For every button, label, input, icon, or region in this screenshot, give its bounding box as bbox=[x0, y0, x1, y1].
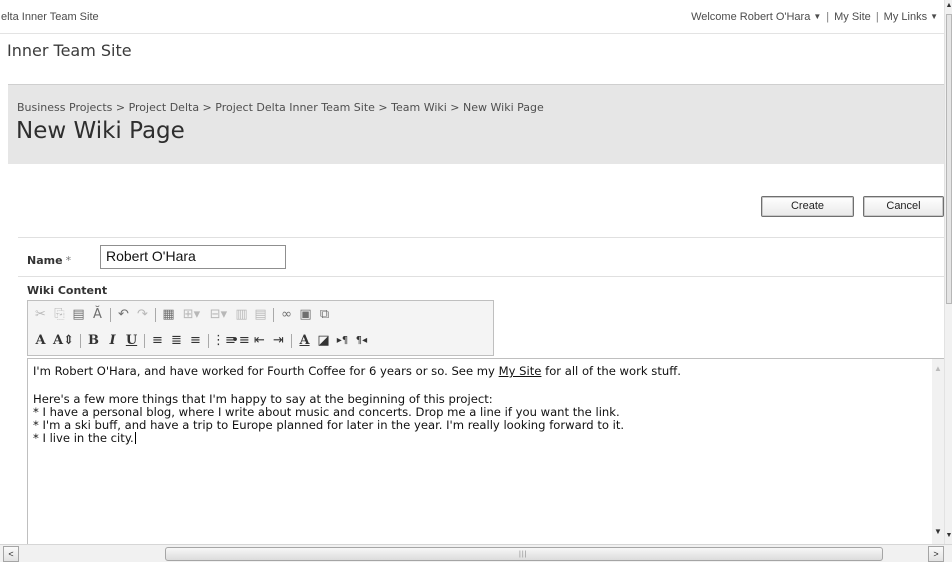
toolbar-separator bbox=[144, 334, 145, 348]
undo-icon[interactable]: ↶ bbox=[114, 306, 133, 324]
scroll-thumb[interactable]: ||| bbox=[165, 547, 883, 561]
font-size-icon[interactable]: A⇕ bbox=[50, 332, 77, 350]
toolbar-separator bbox=[291, 334, 292, 348]
name-input[interactable]: Robert O'Hara bbox=[100, 245, 286, 269]
editor-scrollbar[interactable]: ▲ ▼ bbox=[932, 359, 944, 544]
insert-image-icon[interactable]: ▣ bbox=[296, 306, 315, 324]
scroll-thumb[interactable] bbox=[946, 14, 952, 304]
scroll-down-icon[interactable]: ▼ bbox=[934, 527, 942, 536]
italic-icon[interactable]: I bbox=[103, 332, 122, 350]
toolbar-separator bbox=[208, 334, 209, 348]
toolbar-row: A A⇕ B I U ≡ ≣ ≡ ⋮≡ •≡ ⇤ ⇥ A ◪ ▸¶ ¶◂ bbox=[31, 330, 371, 352]
scroll-right-icon[interactable]: > bbox=[928, 546, 944, 562]
scroll-down-icon[interactable]: ▼ bbox=[945, 530, 952, 542]
divider bbox=[18, 237, 944, 238]
rtl-icon[interactable]: ¶◂ bbox=[352, 332, 371, 350]
top-bar: elta Inner Team Site Welcome Robert O'Ha… bbox=[0, 0, 944, 34]
name-label: Name * bbox=[27, 254, 71, 267]
insert-row-icon[interactable]: ⊞▾ bbox=[178, 306, 205, 324]
toolbar-separator bbox=[273, 308, 274, 322]
decrease-indent-icon[interactable]: ⇤ bbox=[250, 332, 269, 350]
text-color-icon[interactable]: A bbox=[295, 332, 314, 350]
page-title: New Wiki Page bbox=[16, 118, 185, 144]
content-line: I'm Robert O'Hara, and have worked for F… bbox=[33, 364, 681, 378]
content-line: * I'm a ski buff, and have a trip to Eur… bbox=[33, 418, 625, 432]
chevron-down-icon: ▼ bbox=[930, 12, 938, 21]
horizontal-scrollbar[interactable]: < ||| > bbox=[0, 544, 952, 562]
welcome-label: Welcome Robert O'Hara bbox=[691, 11, 811, 23]
site-title[interactable]: Inner Team Site bbox=[7, 41, 132, 60]
content-line: * I live in the city. bbox=[33, 431, 136, 445]
spellcheck-icon[interactable]: Ᾰ bbox=[88, 306, 107, 324]
edit-html-icon[interactable]: ⧉ bbox=[315, 306, 334, 324]
align-center-icon[interactable]: ≣ bbox=[167, 332, 186, 350]
vertical-scrollbar[interactable]: ▲ ▼ bbox=[944, 0, 952, 544]
scroll-up-icon[interactable]: ▲ bbox=[945, 0, 952, 12]
insert-column-icon[interactable]: ⊟▾ bbox=[205, 306, 232, 324]
toolbar-separator bbox=[80, 334, 81, 348]
chevron-down-icon: ▼ bbox=[813, 12, 822, 21]
insert-table-icon[interactable]: ▦ bbox=[159, 306, 178, 324]
content-text: * I live in the city. bbox=[33, 431, 134, 445]
split-cells-icon[interactable]: ▤ bbox=[251, 306, 270, 324]
welcome-menu[interactable]: Welcome Robert O'Hara ▼ bbox=[691, 11, 821, 23]
create-button[interactable]: Create bbox=[761, 196, 854, 217]
separator: | bbox=[826, 11, 830, 23]
redo-icon[interactable]: ↷ bbox=[133, 306, 152, 324]
wiki-content-label: Wiki Content bbox=[27, 284, 108, 297]
bold-icon[interactable]: B bbox=[84, 332, 103, 350]
numbered-list-icon[interactable]: ⋮≡ bbox=[212, 332, 236, 350]
toolbar-separator bbox=[110, 308, 111, 322]
toolbar-row: ✂ ⎘ ▤ Ᾰ ↶ ↷ ▦ ⊞▾ ⊟▾ ▥ ▤ ∞ ▣ ⧉ bbox=[31, 304, 334, 326]
content-line: Here's a few more things that I'm happy … bbox=[33, 392, 493, 406]
cut-icon[interactable]: ✂ bbox=[31, 306, 50, 324]
my-links-label: My Links bbox=[883, 11, 928, 23]
my-site-link[interactable]: My Site bbox=[834, 11, 871, 23]
merge-cells-icon[interactable]: ▥ bbox=[232, 306, 251, 324]
underline-icon[interactable]: U bbox=[122, 332, 141, 350]
paste-icon[interactable]: ▤ bbox=[69, 306, 88, 324]
bulleted-list-icon[interactable]: •≡ bbox=[231, 332, 250, 350]
rich-text-toolbar: ✂ ⎘ ▤ Ᾰ ↶ ↷ ▦ ⊞▾ ⊟▾ ▥ ▤ ∞ ▣ ⧉ A A⇕ B I U… bbox=[27, 300, 494, 356]
cancel-button[interactable]: Cancel bbox=[863, 196, 944, 217]
separator: | bbox=[875, 11, 879, 23]
wiki-content-editor[interactable]: I'm Robert O'Hara, and have worked for F… bbox=[27, 358, 944, 548]
ltr-icon[interactable]: ▸¶ bbox=[333, 332, 352, 350]
my-links-menu[interactable]: My Links ▼ bbox=[884, 11, 938, 23]
text-cursor bbox=[134, 432, 136, 444]
align-left-icon[interactable]: ≡ bbox=[148, 332, 167, 350]
grip-icon: ||| bbox=[519, 551, 528, 558]
site-crumb-link[interactable]: elta Inner Team Site bbox=[1, 11, 99, 23]
required-mark: * bbox=[65, 254, 72, 267]
my-site-content-link[interactable]: My Site bbox=[499, 364, 542, 378]
copy-icon[interactable]: ⎘ bbox=[50, 306, 69, 324]
align-right-icon[interactable]: ≡ bbox=[186, 332, 205, 350]
background-color-icon[interactable]: ◪ bbox=[314, 332, 333, 350]
breadcrumb[interactable]: Business Projects > Project Delta > Proj… bbox=[17, 101, 544, 114]
font-icon[interactable]: A bbox=[31, 332, 50, 350]
toolbar-separator bbox=[155, 308, 156, 322]
divider bbox=[18, 276, 944, 277]
name-label-text: Name bbox=[27, 254, 63, 267]
title-area: Business Projects > Project Delta > Proj… bbox=[8, 84, 944, 164]
user-links: Welcome Robert O'Hara ▼ | My Site | My Links ▼ bbox=[691, 11, 938, 23]
content-line: * I have a personal blog, where I write … bbox=[33, 405, 620, 419]
insert-link-icon[interactable]: ∞ bbox=[277, 306, 296, 324]
scroll-up-icon[interactable]: ▲ bbox=[934, 364, 942, 373]
scroll-left-icon[interactable]: < bbox=[3, 546, 19, 562]
content-text: I'm Robert O'Hara, and have worked for F… bbox=[33, 364, 499, 378]
content-text: for all of the work stuff. bbox=[541, 364, 681, 378]
increase-indent-icon[interactable]: ⇥ bbox=[269, 332, 288, 350]
